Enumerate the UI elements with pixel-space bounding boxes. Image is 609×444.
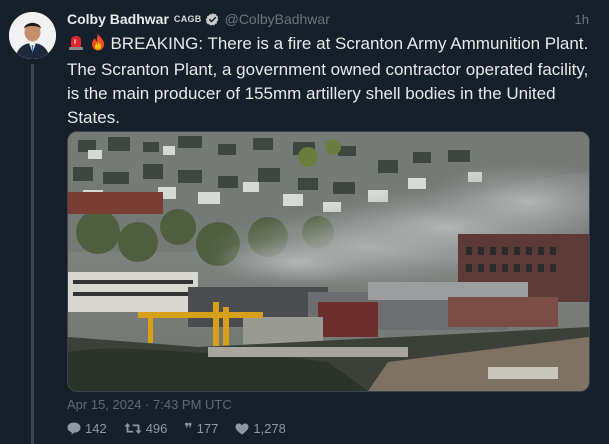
retweet-count: 496: [145, 421, 168, 436]
display-name[interactable]: Colby Badhwar: [67, 11, 169, 27]
tweet-actions: 142 496 ❞ 177 1,278: [67, 420, 303, 437]
quote-count: 177: [196, 421, 219, 436]
like-button[interactable]: 1,278: [235, 421, 286, 436]
like-count: 1,278: [253, 421, 286, 436]
reply-count: 142: [85, 421, 107, 436]
retweet-button[interactable]: 496: [124, 421, 168, 436]
quote-button[interactable]: ❞ 177: [184, 420, 218, 437]
reply-button[interactable]: 142: [67, 421, 107, 436]
retweet-icon: [124, 423, 142, 434]
tweet-body: BREAKING: There is a fire at Scranton Ar…: [67, 34, 589, 127]
fire-icon: [90, 33, 106, 58]
tweet-photo[interactable]: [67, 131, 590, 392]
siren-icon: [67, 33, 85, 58]
reply-icon: [67, 422, 81, 435]
tweet-text: BREAKING: There is a fire at Scranton Ar…: [67, 32, 592, 130]
time-ago[interactable]: 1h: [575, 12, 589, 27]
handle[interactable]: @ColbyBadhwar: [225, 11, 330, 27]
tweet-header: Colby Badhwar CAGB @ColbyBadhwar 1h: [67, 9, 589, 29]
tweet: Colby Badhwar CAGB @ColbyBadhwar 1h BREA…: [0, 0, 609, 444]
thread-line: [31, 64, 34, 444]
heart-icon: [235, 423, 249, 434]
affiliate-badge: CAGB: [173, 14, 202, 24]
avatar[interactable]: [9, 12, 56, 59]
verified-badge-icon: [205, 12, 220, 27]
quote-icon: ❞: [184, 420, 193, 436]
tweet-timestamp[interactable]: Apr 15, 2024 · 7:43 PM UTC: [67, 397, 232, 412]
